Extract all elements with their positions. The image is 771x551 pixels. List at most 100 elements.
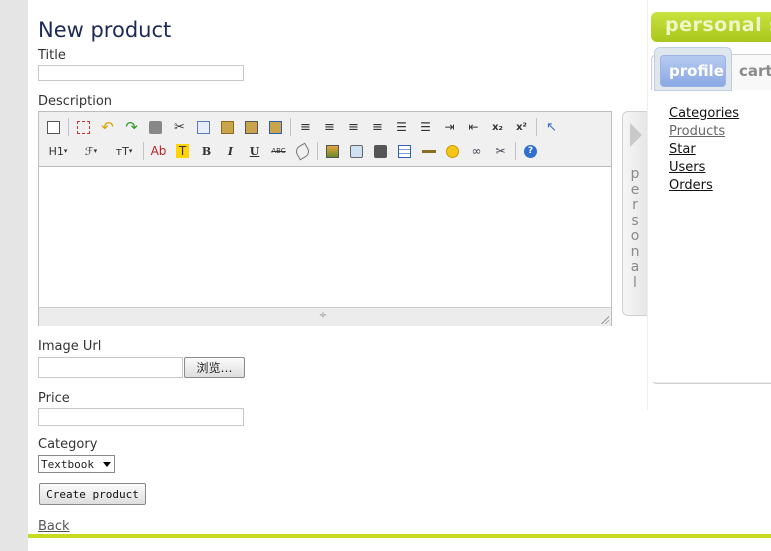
- superscript-icon[interactable]: x²: [511, 117, 532, 137]
- toolbar-separator: [317, 142, 318, 160]
- select-all-icon[interactable]: ↖: [541, 117, 562, 137]
- underline-label: U: [249, 144, 260, 158]
- text-color-label: Ab: [150, 144, 167, 158]
- align-right-icon[interactable]: ≡: [343, 117, 364, 137]
- underline-icon[interactable]: U: [244, 141, 265, 161]
- sidebar-collapse-letter: r: [632, 197, 638, 213]
- paste-text-icon[interactable]: [241, 117, 262, 137]
- toolbar-separator: [536, 118, 537, 136]
- outdent-icon[interactable]: ⇤: [463, 117, 484, 137]
- footer-accent-line: [28, 534, 771, 538]
- sidebar-link-products[interactable]: Products: [669, 124, 725, 139]
- create-product-button[interactable]: Create product: [39, 483, 146, 505]
- strikethrough-icon[interactable]: ABC: [268, 141, 289, 161]
- tab-profile-active: profile: [660, 55, 726, 87]
- align-left-icon[interactable]: ≡: [295, 117, 316, 137]
- toolbar-row-2: H1 ▾ ℱ ▾ ᴛT ▾ Ab T B I U ABC ∞ ✂ ?: [43, 140, 544, 162]
- sidebar-banner: personal s: [651, 12, 771, 42]
- paste-word-icon[interactable]: [265, 117, 286, 137]
- sidebar-collapse-label: personal: [627, 166, 643, 291]
- sidebar-collapse-letter: l: [633, 274, 637, 291]
- subscript-icon[interactable]: x₂: [487, 117, 508, 137]
- help-icon[interactable]: ?: [520, 141, 541, 161]
- category-label: Category: [38, 437, 98, 452]
- price-input[interactable]: [38, 408, 244, 426]
- chevron-down-icon: [103, 462, 111, 467]
- editor-content-area[interactable]: [39, 167, 611, 307]
- heading-icon[interactable]: H1 ▾: [43, 141, 73, 161]
- source-icon[interactable]: [43, 117, 64, 137]
- emoticon-icon[interactable]: [442, 141, 463, 161]
- sidebar-banner-title: personal s: [665, 14, 771, 36]
- title-label: Title: [38, 48, 66, 63]
- editor-resize-mark: ÷: [318, 310, 328, 321]
- font-family-icon[interactable]: ℱ ▾: [76, 141, 106, 161]
- fullscreen-icon[interactable]: [73, 117, 94, 137]
- rich-text-editor: ↶ ↷ ✂ ≡ ≡ ≡ ≡ ☰ ☰ ⇥ ⇤ x₂ x² ↖ H1 ▾ ℱ ▾ ᴛT ▾: [38, 111, 612, 326]
- cut-icon[interactable]: ✂: [169, 117, 190, 137]
- toolbar-separator: [143, 142, 144, 160]
- font-label: ℱ: [84, 144, 94, 158]
- resize-grip-icon[interactable]: [601, 316, 609, 324]
- page-title: New product: [38, 18, 172, 42]
- editor-toolbar: ↶ ↷ ✂ ≡ ≡ ≡ ≡ ☰ ☰ ⇥ ⇤ x₂ x² ↖ H1 ▾ ℱ ▾ ᴛT ▾: [39, 112, 611, 167]
- copy-icon[interactable]: [193, 117, 214, 137]
- back-link[interactable]: Back: [38, 519, 70, 534]
- sidebar-collapse-letter: p: [630, 166, 640, 182]
- flash-icon[interactable]: [346, 141, 367, 161]
- print-icon[interactable]: [145, 117, 166, 137]
- strike-label: ABC: [271, 147, 286, 155]
- size-label: ᴛT: [115, 144, 129, 158]
- description-label: Description: [38, 94, 113, 109]
- paste-icon[interactable]: [217, 117, 238, 137]
- ordered-list-icon[interactable]: ☰: [391, 117, 412, 137]
- editor-status-bar: ÷: [39, 307, 611, 326]
- indent-icon[interactable]: ⇥: [439, 117, 460, 137]
- italic-icon[interactable]: I: [220, 141, 241, 161]
- highlight-label: T: [175, 144, 190, 158]
- tab-profile[interactable]: profile: [654, 47, 732, 91]
- sidebar-link-categories[interactable]: Categories: [669, 106, 739, 121]
- title-input[interactable]: [38, 65, 244, 81]
- sidebar-link-orders[interactable]: Orders: [669, 178, 713, 193]
- bold-label: B: [201, 144, 212, 158]
- link-icon[interactable]: ∞: [466, 141, 487, 161]
- unordered-list-icon[interactable]: ☰: [415, 117, 436, 137]
- align-center-icon[interactable]: ≡: [319, 117, 340, 137]
- text-color-icon[interactable]: Ab: [148, 141, 169, 161]
- sidebar-collapse-letter: a: [630, 259, 640, 275]
- sidebar-link-users[interactable]: Users: [669, 160, 705, 175]
- toolbar-separator: [515, 142, 516, 160]
- bold-icon[interactable]: B: [196, 141, 217, 161]
- sidebar-collapse-letter: s: [631, 212, 639, 229]
- sidebar-collapse-letter: n: [630, 243, 640, 260]
- category-selected-value: Textbook: [41, 457, 94, 471]
- price-label: Price: [38, 391, 70, 406]
- tab-cart[interactable]: cart: [739, 62, 771, 80]
- redo-icon[interactable]: ↷: [121, 117, 142, 137]
- eraser-icon[interactable]: [292, 141, 313, 161]
- browse-button[interactable]: 浏览…: [184, 357, 245, 378]
- table-icon[interactable]: [394, 141, 415, 161]
- sidebar-link-star[interactable]: Star: [669, 142, 696, 157]
- align-justify-icon[interactable]: ≡: [367, 117, 388, 137]
- category-select[interactable]: Textbook: [38, 455, 115, 473]
- heading-label: H1: [48, 144, 64, 158]
- image-url-label: Image Url: [38, 339, 102, 354]
- horizontal-rule-icon[interactable]: [418, 141, 439, 161]
- italic-label: I: [227, 144, 234, 158]
- media-icon[interactable]: [370, 141, 391, 161]
- sidebar-collapse-letter: e: [630, 181, 640, 198]
- undo-icon[interactable]: ↶: [97, 117, 118, 137]
- unlink-icon[interactable]: ✂: [490, 141, 511, 161]
- sidebar-collapse-tab[interactable]: personal: [622, 111, 647, 316]
- toolbar-row-1: ↶ ↷ ✂ ≡ ≡ ≡ ≡ ☰ ☰ ⇥ ⇤ x₂ x² ↖: [43, 116, 565, 138]
- tab-profile-label: profile: [669, 62, 724, 80]
- image-url-input[interactable]: [38, 357, 183, 378]
- left-margin-strip: [0, 0, 28, 551]
- toolbar-separator: [68, 118, 69, 136]
- highlight-icon[interactable]: T: [172, 141, 193, 161]
- panel-divider: [647, 0, 648, 410]
- image-icon[interactable]: [322, 141, 343, 161]
- font-size-icon[interactable]: ᴛT ▾: [109, 141, 139, 161]
